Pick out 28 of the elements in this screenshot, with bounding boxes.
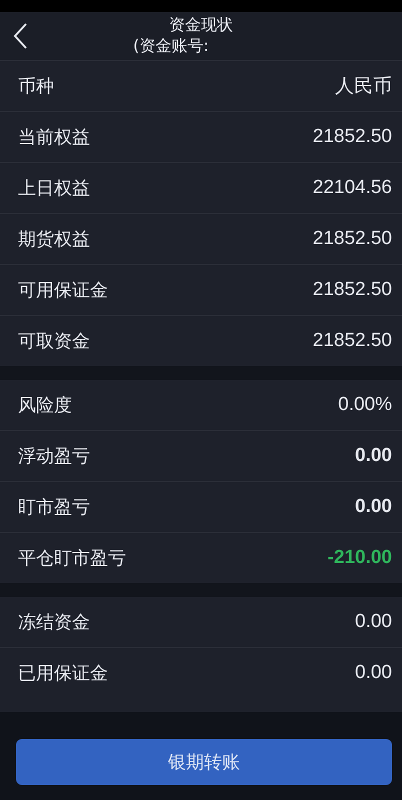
row-value: 21852.50 xyxy=(312,228,392,250)
bank-transfer-button[interactable]: 银期转账 xyxy=(16,739,392,785)
row-label: 冻结资金 xyxy=(18,611,90,634)
row-value: 0.00 xyxy=(355,662,392,684)
row-label: 期货权益 xyxy=(18,228,90,251)
row-label: 浮动盈亏 xyxy=(18,445,90,468)
row-label: 平仓盯市盈亏 xyxy=(18,547,126,570)
row-label: 当前权益 xyxy=(18,126,90,149)
account-label: (资金账号: xyxy=(133,35,209,57)
row-value: 22104.56 xyxy=(312,177,392,199)
row-value: 21852.50 xyxy=(312,126,392,148)
row-value: 0.00 xyxy=(355,496,392,518)
row-label: 可用保证金 xyxy=(18,279,108,302)
row-label: 已用保证金 xyxy=(18,662,108,685)
row-value: 0.00 xyxy=(355,445,392,467)
row-value: 0.00% xyxy=(338,394,392,416)
row-value: 21852.50 xyxy=(312,279,392,301)
page-title: 资金现状 xyxy=(169,15,233,35)
row-label: 风险度 xyxy=(18,394,72,417)
row-value: 0.00 xyxy=(355,611,392,633)
row-label: 上日权益 xyxy=(18,177,90,200)
row-label: 盯市盈亏 xyxy=(18,496,90,519)
row-label: 可取资金 xyxy=(18,330,90,353)
row-value: -210.00 xyxy=(328,547,392,569)
back-icon xyxy=(12,22,28,50)
row-label: 币种 xyxy=(18,75,54,98)
row-value: 人民币 xyxy=(335,75,392,99)
row-value: 21852.50 xyxy=(312,330,392,352)
